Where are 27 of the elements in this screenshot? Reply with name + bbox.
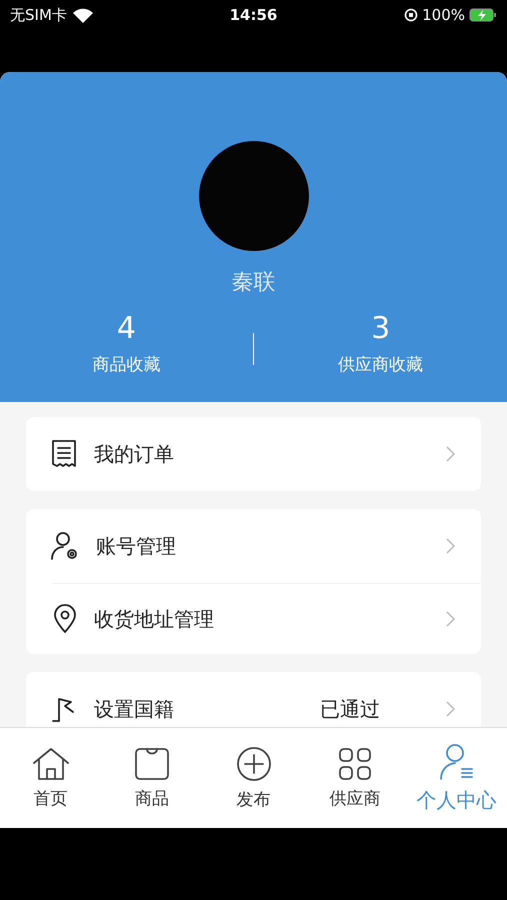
add-icon <box>236 746 272 782</box>
wifi-icon <box>72 8 93 23</box>
grid-icon <box>338 746 372 780</box>
user-name: 秦联 <box>232 269 276 297</box>
menu-item[interactable]: 我的订单 <box>26 417 481 491</box>
tab[interactable]: 供应商 <box>304 728 406 828</box>
carrier-label: 无SIM卡 <box>10 6 67 25</box>
chevron-right-icon <box>446 446 455 462</box>
home-icon <box>32 746 70 780</box>
tab[interactable]: 首页 <box>0 728 102 828</box>
menu-item[interactable]: 设置国籍 已通过 <box>26 672 481 727</box>
battery-charging-icon <box>469 8 497 22</box>
user-settings-icon <box>50 531 80 561</box>
location-pin-icon <box>52 604 78 634</box>
user-icon <box>437 742 476 780</box>
menu-item[interactable]: 收货地址管理 <box>52 583 481 654</box>
receipt-icon <box>50 439 78 469</box>
chevron-right-icon <box>446 701 455 717</box>
rotation-lock-icon <box>404 8 418 22</box>
chevron-right-icon <box>446 611 455 627</box>
tab[interactable]: 发布 <box>202 728 304 828</box>
clock-time: 14:56 <box>230 6 278 24</box>
shopping-bag-icon <box>134 746 170 780</box>
battery-percent: 100% <box>422 6 465 24</box>
tab[interactable]: 商品 <box>101 728 203 828</box>
menu-item[interactable]: 账号管理 <box>26 509 481 583</box>
chevron-right-icon <box>446 538 455 554</box>
